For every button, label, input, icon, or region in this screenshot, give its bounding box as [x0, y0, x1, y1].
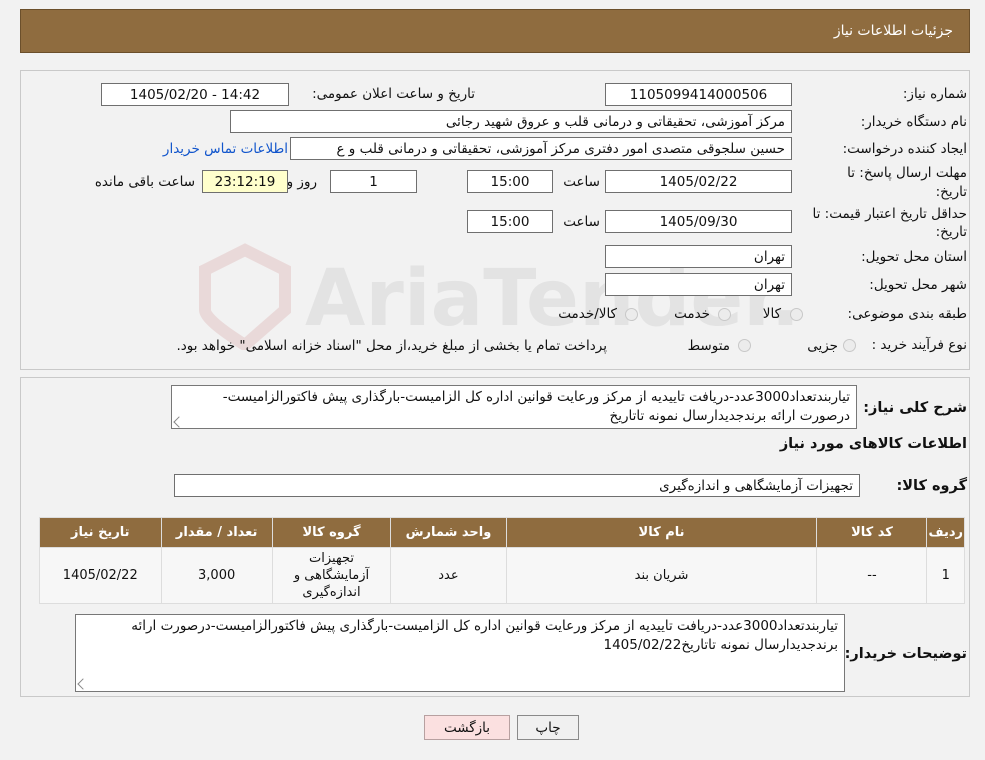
days-label: روز و: [286, 174, 317, 190]
creator-label: ایجاد کننده درخواست:: [842, 141, 967, 157]
description-label: شرح کلی نیاز:: [863, 400, 967, 416]
process-payment-note: پرداخت تمام یا بخشی از مبلغ خرید،از محل …: [176, 338, 607, 354]
buyer-notes-text: تیاربندتعداد3000عدد-دریافت تاییدیه از مر…: [131, 618, 838, 653]
print-button[interactable]: چاپ: [517, 715, 579, 740]
remaining-time-label: ساعت باقی مانده: [94, 174, 195, 190]
col-header-row-number: ردیف: [926, 517, 965, 548]
announce-date-label: تاریخ و ساعت اعلان عمومی:: [312, 86, 475, 102]
province-field: تهران: [605, 245, 792, 268]
col-header-qty: تعداد / مقدار: [160, 517, 273, 548]
col-header-code: کد کالا: [816, 517, 928, 548]
need-number-label: شماره نیاز:: [902, 86, 967, 102]
process-radio-medium[interactable]: [738, 339, 751, 352]
process-radio-minor[interactable]: [843, 339, 856, 352]
process-type-label: نوع فرآیند خرید :: [871, 337, 967, 353]
cell-group: تجهیزات آزمایشگاهی و اندازه‌گیری: [271, 547, 392, 604]
col-header-unit: واحد شمارش: [390, 517, 507, 548]
category-radio-service[interactable]: [718, 308, 731, 321]
deadline-time-field: 15:00: [467, 170, 553, 193]
province-label: استان محل تحویل:: [861, 249, 967, 265]
cell-date: 1405/02/22: [39, 547, 162, 604]
goods-table-wrapper: ردیف کد کالا نام کالا واحد شمارش گروه کا…: [39, 517, 965, 604]
goods-group-field: تجهیزات آزمایشگاهی و اندازه‌گیری: [174, 474, 860, 497]
description-text: تیاربندتعداد3000عدد-دریافت تاییدیه از مر…: [222, 389, 850, 424]
remaining-time-field: 23:12:19: [202, 170, 288, 193]
cell-code: --: [816, 547, 928, 604]
goods-group-label: گروه کالا:: [896, 478, 967, 494]
validity-date-field: 1405/09/30: [605, 210, 792, 233]
process-option-medium: متوسط: [687, 338, 730, 354]
buyer-contact-link[interactable]: اطلاعات تماس خریدار: [163, 141, 288, 157]
col-header-name: نام کالا: [505, 517, 818, 548]
validity-label-line2: تاریخ:: [935, 224, 967, 240]
category-label: طبقه بندی موضوعی:: [847, 306, 967, 322]
need-number-field: 1105099414000506: [605, 83, 792, 106]
validity-time-field: 15:00: [467, 210, 553, 233]
remaining-days-field: 1: [330, 170, 417, 193]
deadline-date-field: 1405/02/22: [605, 170, 792, 193]
goods-table: ردیف کد کالا نام کالا واحد شمارش گروه کا…: [39, 517, 965, 604]
cell-qty: 3,000: [160, 547, 273, 604]
category-radio-goods-service[interactable]: [625, 308, 638, 321]
cell-name: شریان بند: [505, 547, 818, 604]
buyer-notes-textarea[interactable]: تیاربندتعداد3000عدد-دریافت تاییدیه از مر…: [75, 614, 845, 692]
process-option-minor: جزیی: [807, 338, 838, 354]
col-header-group: گروه کالا: [271, 517, 392, 548]
goods-section-title: اطلاعات کالاهای مورد نیاز: [779, 436, 967, 452]
description-textarea[interactable]: تیاربندتعداد3000عدد-دریافت تاییدیه از مر…: [171, 385, 857, 429]
category-option-goods: کالا: [762, 306, 781, 322]
table-row: 1 -- شریان بند عدد تجهیزات آزمایشگاهی و …: [39, 547, 965, 604]
buyer-notes-label: توضیحات خریدار:: [844, 646, 967, 662]
cell-row-number: 1: [926, 547, 965, 604]
announce-date-field: 1405/02/20 - 14:42: [101, 83, 289, 106]
page-header: جزئیات اطلاعات نیاز: [20, 9, 970, 53]
cell-unit: عدد: [390, 547, 507, 604]
city-label: شهر محل تحویل:: [869, 277, 967, 293]
category-option-service: خدمت: [674, 306, 710, 322]
deadline-label-line1: مهلت ارسال پاسخ: تا: [847, 165, 967, 181]
creator-field: حسین سلجوقی متصدی امور دفتری مرکز آموزشی…: [290, 137, 792, 160]
back-button[interactable]: بازگشت: [424, 715, 510, 740]
category-option-goods-service: کالا/خدمت: [558, 306, 617, 322]
city-field: تهران: [605, 273, 792, 296]
deadline-label-line2: تاریخ:: [935, 184, 967, 200]
deadline-time-label: ساعت: [563, 174, 600, 190]
goods-table-header-row: ردیف کد کالا نام کالا واحد شمارش گروه کا…: [39, 517, 965, 548]
validity-label-line1: حداقل تاریخ اعتبار قیمت: تا: [812, 206, 967, 222]
col-header-date: تاریخ نیاز: [39, 517, 162, 548]
page-title: جزئیات اطلاعات نیاز: [833, 23, 953, 39]
buyer-org-field: مرکز آموزشی، تحقیقاتی و درمانی قلب و عرو…: [230, 110, 792, 133]
validity-time-label: ساعت: [563, 214, 600, 230]
category-radio-goods[interactable]: [790, 308, 803, 321]
buyer-org-label: نام دستگاه خریدار:: [860, 114, 967, 130]
